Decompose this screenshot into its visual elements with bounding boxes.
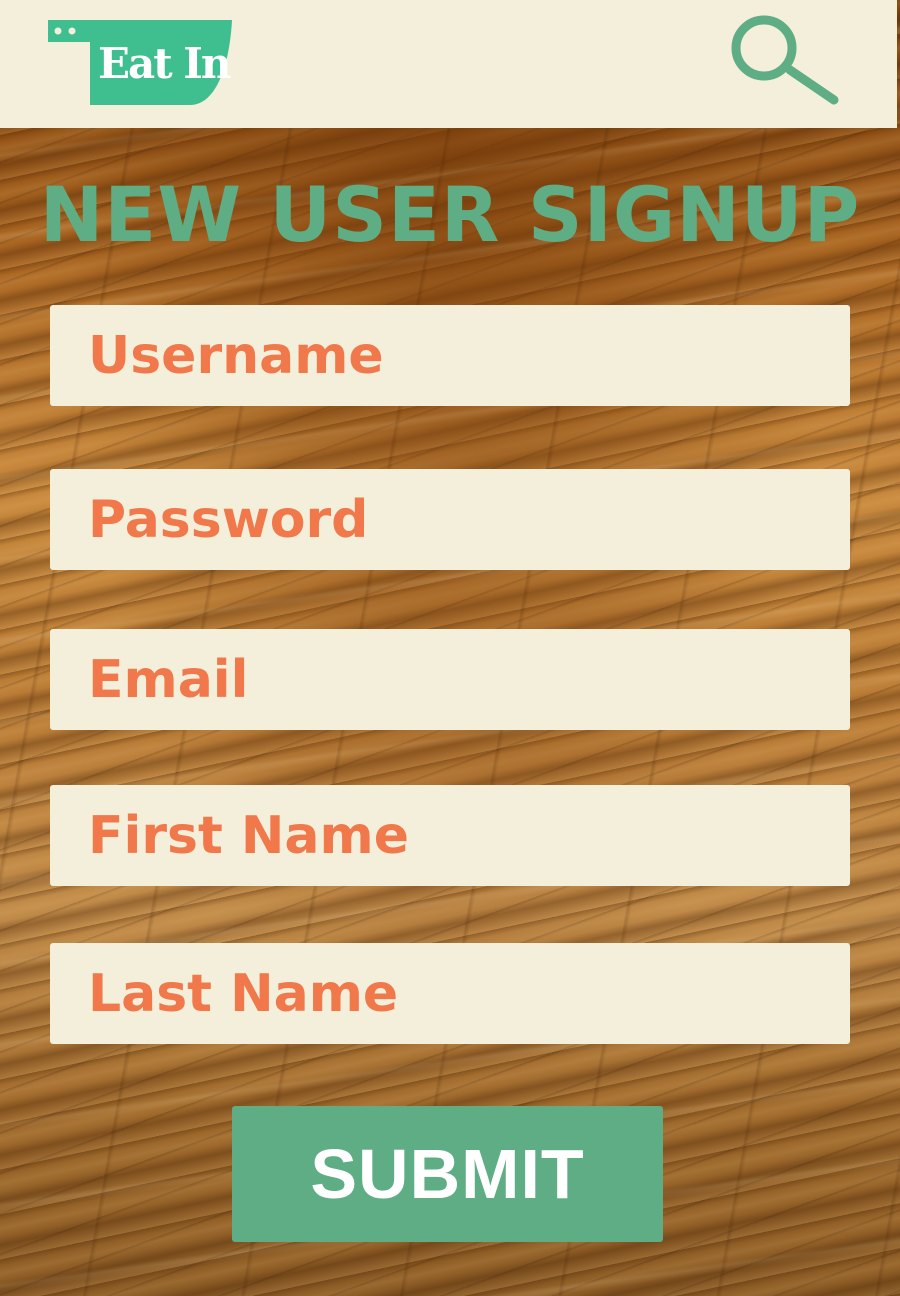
last-name-field-box [50, 943, 850, 1044]
email-field-box [50, 629, 850, 730]
submit-button[interactable]: SUBMIT [232, 1106, 663, 1242]
password-input[interactable] [50, 469, 850, 570]
search-button[interactable] [726, 12, 844, 110]
logo-text: Eat In [98, 39, 231, 88]
password-field-box [50, 469, 850, 570]
last-name-input[interactable] [50, 943, 850, 1044]
logo[interactable]: Eat In [48, 20, 232, 105]
top-bar: Eat In [0, 0, 897, 128]
username-input[interactable] [50, 305, 850, 406]
username-field-box [50, 305, 850, 406]
page-title: NEW USER SIGNUP [39, 170, 861, 259]
first-name-input[interactable] [50, 785, 850, 886]
search-icon [731, 15, 839, 105]
email-input[interactable] [50, 629, 850, 730]
first-name-field-box [50, 785, 850, 886]
